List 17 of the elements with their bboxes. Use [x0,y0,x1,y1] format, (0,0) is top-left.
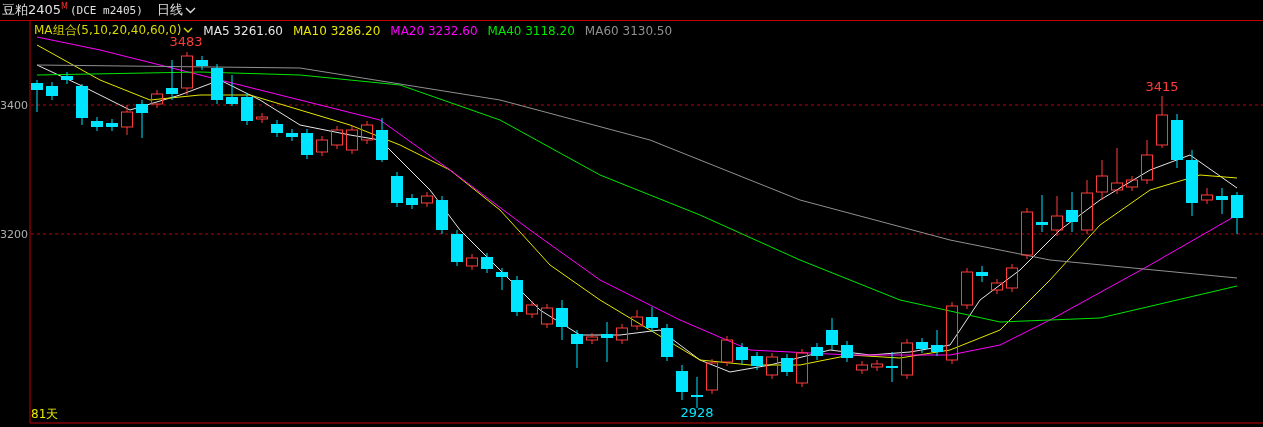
ma-legend-value: MA10 3286.20 [293,23,381,38]
price-axis-label: 3400 [0,99,28,112]
high-price-label: 3483 [169,34,203,49]
contract-name: 豆粕2405 [2,1,62,19]
day-count-label: 81天 [31,407,59,421]
ma-legend-value: MA5 3261.60 [203,23,283,38]
main-contract-label: M [61,2,68,11]
price-axis-label: 3200 [0,228,28,241]
high-price-label: 3415 [1145,79,1179,94]
ma-legend-value: MA60 3130.50 [584,23,673,38]
exchange-code: (DCE m2405) [70,3,143,17]
chevron-down-icon [184,6,196,14]
ma-legend-value: MA20 3232.60 [390,23,478,38]
ma-legend-value: MA40 3118.20 [487,23,575,38]
low-price-label: 2928 [680,405,714,420]
period-dropdown[interactable]: 日线 [156,1,196,19]
chevron-down-icon [183,27,194,34]
